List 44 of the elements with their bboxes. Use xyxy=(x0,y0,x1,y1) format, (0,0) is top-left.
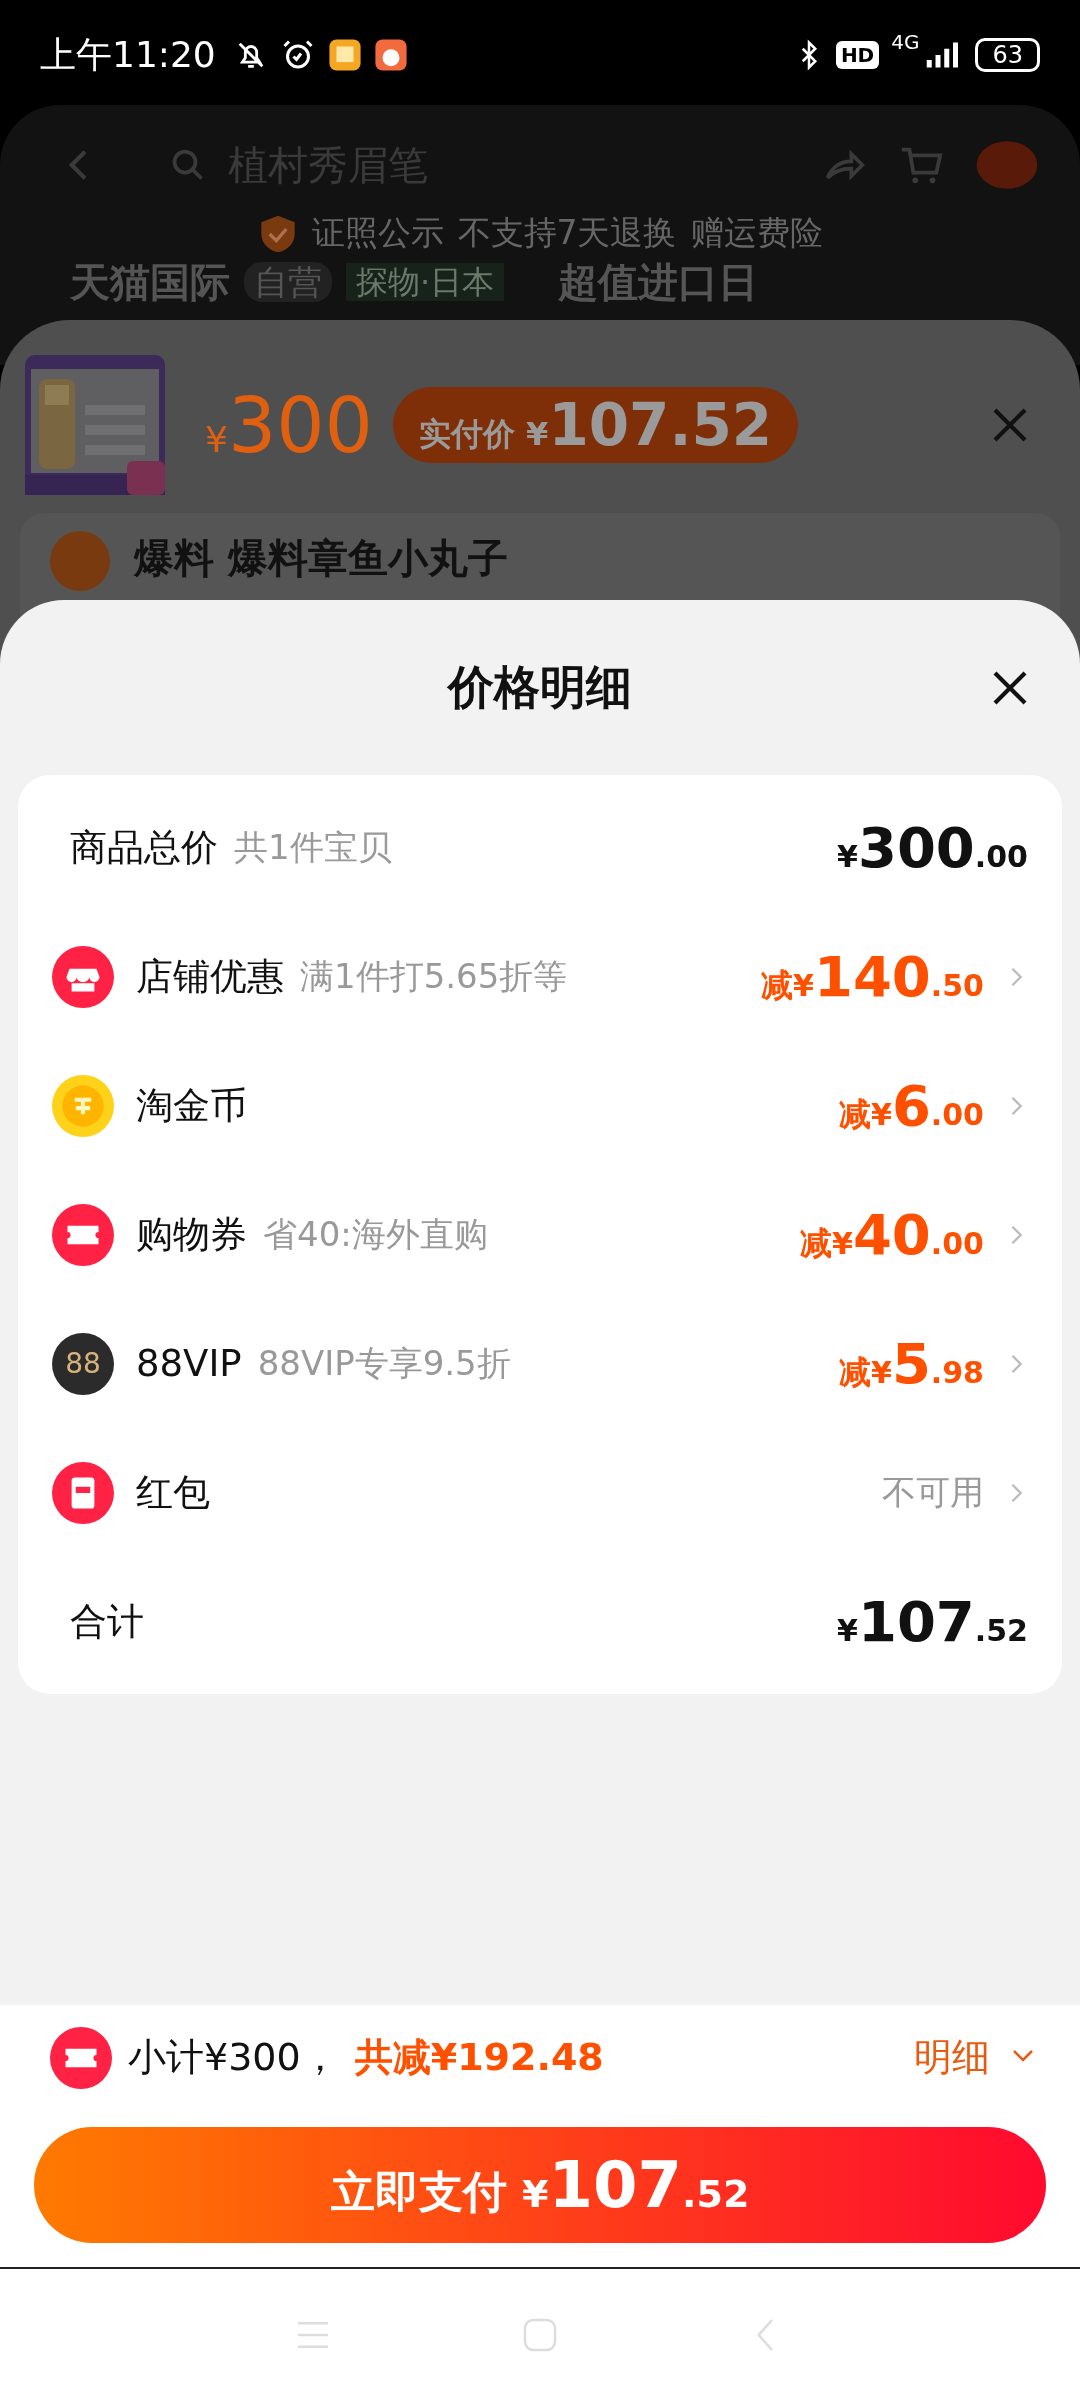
banner-tag: 探物·日本 xyxy=(346,262,505,302)
row-note: 省40:海外直购 xyxy=(263,1212,488,1256)
coin-icon xyxy=(52,1074,114,1137)
paid-price-tag: 实付价 ¥107.52 xyxy=(392,387,799,463)
status-time: 上午11:20 xyxy=(40,32,216,77)
row-amount: 减¥5.98 xyxy=(839,1331,984,1396)
row-label: 购物券 xyxy=(136,1211,247,1258)
sheet-title: 价格明细 xyxy=(448,658,632,716)
banner-text: 超值进口日 xyxy=(558,258,759,306)
row-label: 合计 xyxy=(70,1598,144,1645)
network-type: 4G xyxy=(891,30,920,54)
row-label: 商品总价 xyxy=(70,824,218,871)
ticket-icon xyxy=(52,1203,114,1266)
row-amount: 减¥40.00 xyxy=(800,1202,984,1267)
row-amount: 减¥140.50 xyxy=(761,944,984,1009)
service-label: 赠运费险 xyxy=(690,212,823,254)
row-amount: 减¥6.00 xyxy=(839,1073,984,1138)
item-title: 爆料 爆料章鱼小丸子 xyxy=(134,534,508,583)
product-price: ¥300 xyxy=(205,380,373,470)
battery-level: 63 xyxy=(975,38,1040,72)
row-label: 红包 xyxy=(136,1469,210,1516)
notes-app-icon xyxy=(327,38,362,72)
shop-icon xyxy=(52,945,114,1008)
total-discount-text: 共减¥192.48 xyxy=(354,2034,604,2081)
ticket-icon xyxy=(50,2026,112,2089)
row-note: 88VIP专享9.5折 xyxy=(257,1341,511,1385)
row-label: 店铺优惠 xyxy=(136,953,284,1000)
service-label: 证照公示 xyxy=(311,212,444,254)
vip-badge: 88 xyxy=(52,1332,114,1395)
row-amount: ¥107.52 xyxy=(837,1589,1028,1654)
row-note: 满1件打5.65折等 xyxy=(300,954,568,998)
row-label: 88VIP xyxy=(136,1342,242,1385)
hd-indicator: HD xyxy=(835,41,880,69)
envelope-icon xyxy=(52,1461,114,1524)
row-note: 共1件宝贝 xyxy=(234,825,392,869)
avatar-icon xyxy=(50,531,110,591)
row-status: 不可用 xyxy=(882,1470,984,1514)
service-label: 不支持7天退换 xyxy=(457,212,677,254)
details-link[interactable]: 明细 xyxy=(914,2032,990,2083)
row-label: 淘金币 xyxy=(136,1082,247,1129)
banner-text: 天猫国际 xyxy=(70,258,230,306)
pay-button[interactable]: 立即支付 ¥107.52 xyxy=(34,2127,1046,2243)
row-amount: ¥300.00 xyxy=(837,815,1028,880)
subtotal-text: 小计¥300， xyxy=(128,2034,339,2081)
